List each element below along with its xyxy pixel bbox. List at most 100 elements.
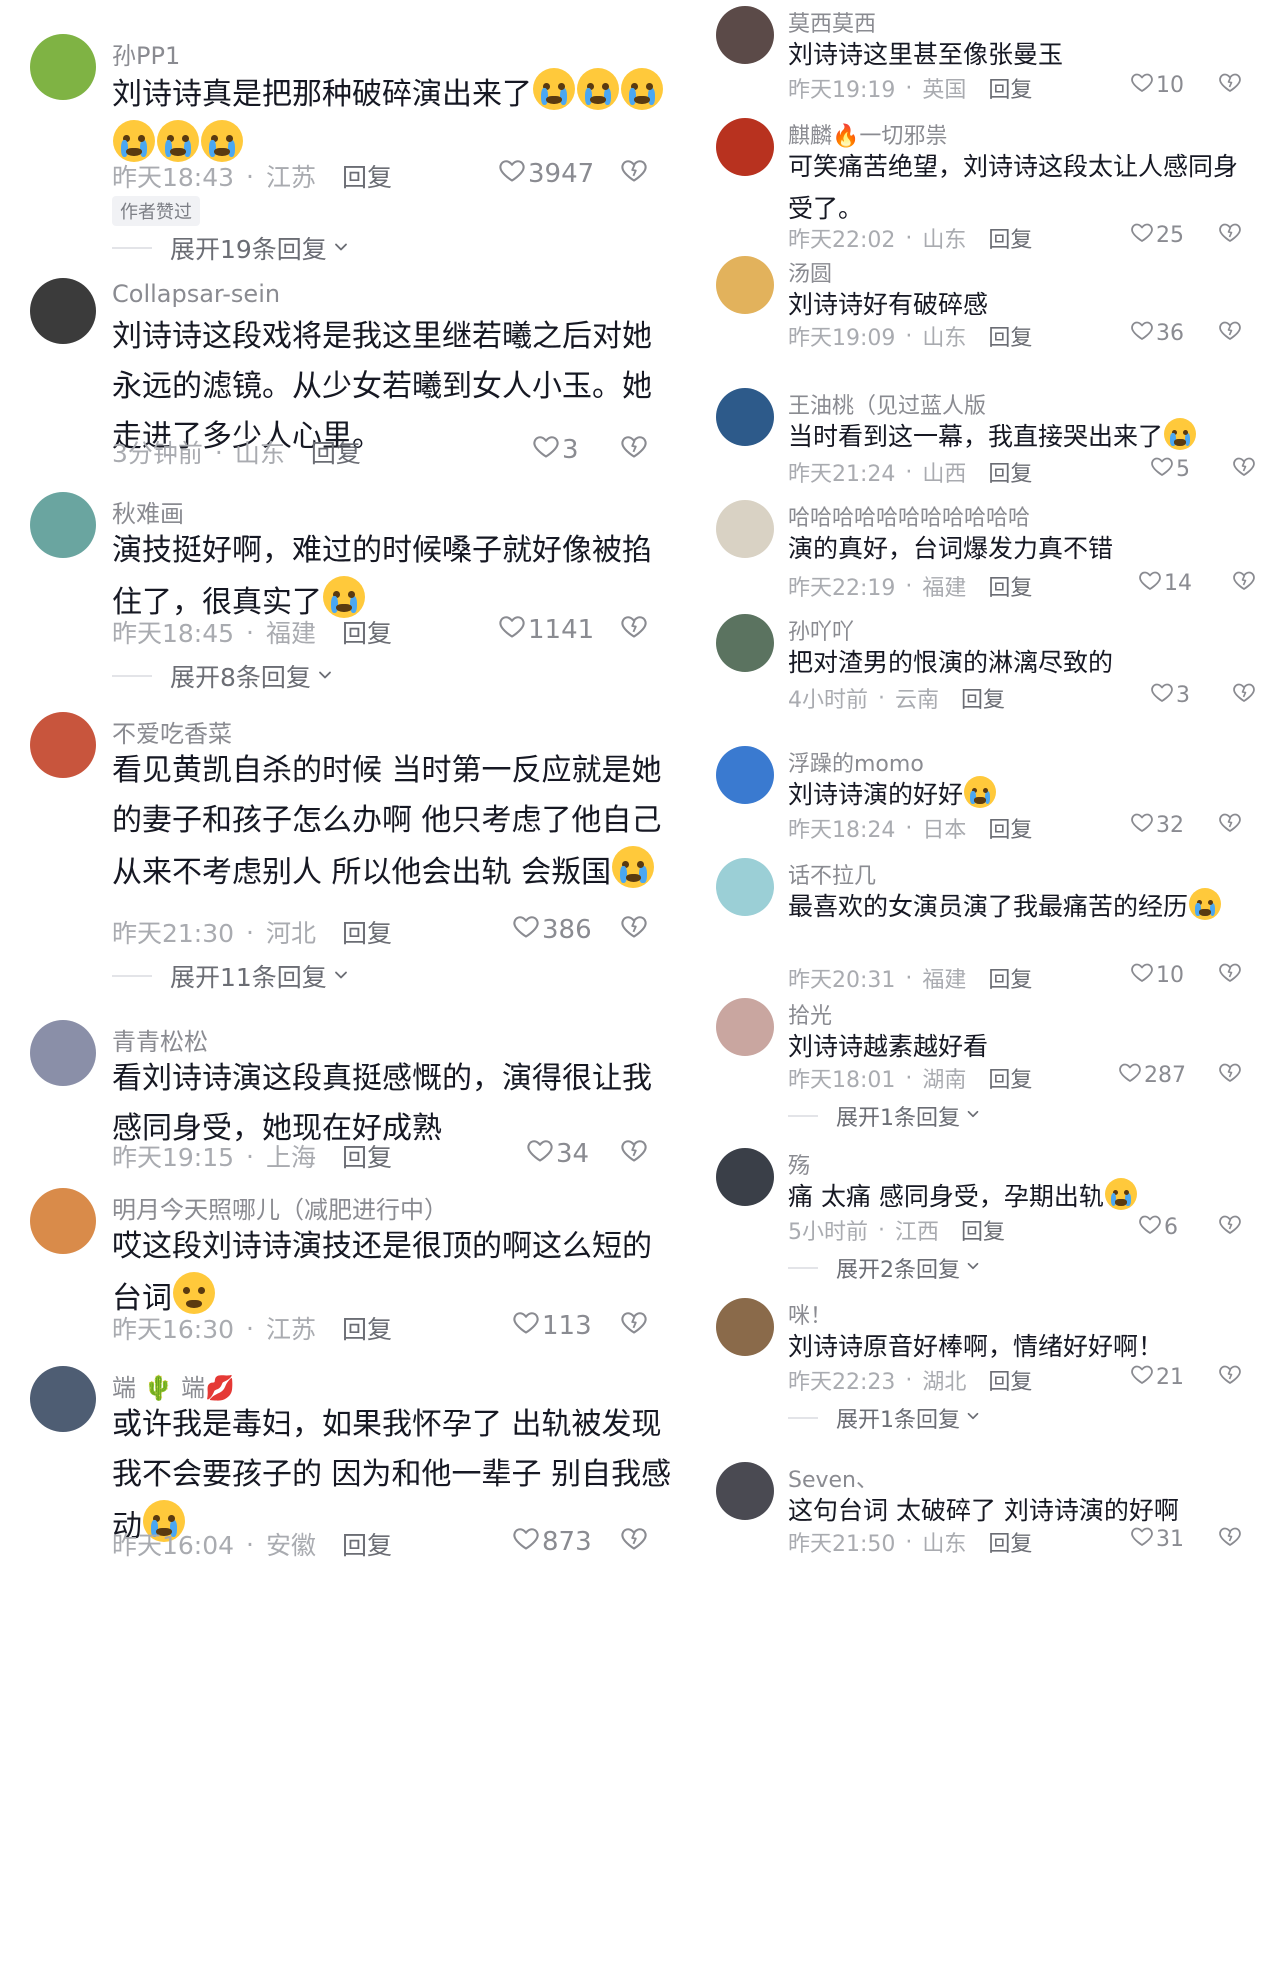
like-button[interactable]: 25 xyxy=(1130,220,1184,250)
user-avatar[interactable] xyxy=(716,6,774,64)
comment-username[interactable]: 秋难画 xyxy=(112,494,184,529)
comment-username[interactable]: 明月今天照哪儿（减肥进行中） xyxy=(112,1190,448,1225)
dislike-icon[interactable] xyxy=(620,1308,648,1340)
dislike-icon[interactable] xyxy=(1218,960,1242,988)
dislike-icon[interactable] xyxy=(620,432,648,464)
dislike-icon[interactable] xyxy=(1232,454,1256,482)
comment-time: 昨天19:19 xyxy=(788,78,896,103)
comment-username[interactable]: 孙PP1 xyxy=(112,36,180,71)
expand-replies-button[interactable]: 展开19条回复 xyxy=(112,230,351,266)
comment-meta: 5小时前 · 江西 回复 xyxy=(788,1214,1005,1246)
reply-button[interactable]: 回复 xyxy=(988,1364,1032,1396)
like-button[interactable]: 10 xyxy=(1130,70,1184,100)
reply-button[interactable]: 回复 xyxy=(988,72,1032,104)
user-avatar[interactable] xyxy=(716,1298,774,1356)
dislike-icon[interactable] xyxy=(1218,1212,1242,1240)
reply-button[interactable]: 回复 xyxy=(988,320,1032,352)
like-button[interactable]: 287 xyxy=(1118,1060,1186,1090)
user-avatar[interactable] xyxy=(716,118,774,176)
user-avatar[interactable] xyxy=(716,388,774,446)
expand-replies-button[interactable]: 展开2条回复 xyxy=(788,1252,982,1284)
reply-button[interactable]: 回复 xyxy=(988,1062,1032,1094)
reply-button[interactable]: 回复 xyxy=(342,914,392,950)
user-avatar[interactable] xyxy=(30,1020,96,1086)
expand-divider xyxy=(788,1267,818,1269)
reply-button[interactable]: 回复 xyxy=(961,1214,1005,1246)
reply-button[interactable]: 回复 xyxy=(342,1526,392,1562)
user-avatar[interactable] xyxy=(716,614,774,672)
reply-button[interactable]: 回复 xyxy=(311,434,361,470)
like-button[interactable]: 113 xyxy=(512,1308,592,1343)
expand-replies-button[interactable]: 展开11条回复 xyxy=(112,958,351,994)
like-button[interactable]: 6 xyxy=(1138,1212,1178,1242)
reply-button[interactable]: 回复 xyxy=(961,682,1005,714)
like-button[interactable]: 873 xyxy=(512,1524,592,1559)
comment-username[interactable]: 青青松松 xyxy=(112,1022,208,1057)
dislike-icon[interactable] xyxy=(1218,318,1242,346)
dislike-icon[interactable] xyxy=(1232,680,1256,708)
dislike-icon[interactable] xyxy=(1218,220,1242,248)
dislike-icon[interactable] xyxy=(620,156,648,188)
user-avatar[interactable] xyxy=(30,492,96,558)
comment-text-content: 把对渣男的恨演的淋漓尽致的 xyxy=(788,648,1114,677)
like-button[interactable]: 31 xyxy=(1130,1524,1184,1554)
user-avatar[interactable] xyxy=(716,998,774,1056)
user-avatar[interactable] xyxy=(30,34,96,100)
user-avatar[interactable] xyxy=(30,1366,96,1432)
user-avatar[interactable] xyxy=(716,500,774,558)
dislike-icon[interactable] xyxy=(1218,70,1242,98)
reply-button[interactable]: 回复 xyxy=(342,614,392,650)
user-avatar[interactable] xyxy=(716,1462,774,1520)
expand-replies-button[interactable]: 展开1条回复 xyxy=(788,1402,982,1434)
user-avatar[interactable] xyxy=(30,712,96,778)
comment-location: 湖南 xyxy=(922,1068,967,1093)
comment-location: 云南 xyxy=(895,688,940,713)
dislike-icon[interactable] xyxy=(620,1524,648,1556)
reply-button[interactable]: 回复 xyxy=(342,1310,392,1346)
like-count: 3 xyxy=(562,434,579,465)
comment-username[interactable]: 端 🌵 端💋 xyxy=(112,1368,235,1403)
like-button[interactable]: 10 xyxy=(1130,960,1184,990)
like-count: 10 xyxy=(1156,962,1184,988)
like-button[interactable]: 386 xyxy=(512,912,592,947)
reply-button[interactable]: 回复 xyxy=(342,1138,392,1174)
dislike-icon[interactable] xyxy=(1218,1060,1242,1088)
dislike-icon[interactable] xyxy=(620,612,648,644)
expand-replies-button[interactable]: 展开1条回复 xyxy=(788,1100,982,1132)
reply-button[interactable]: 回复 xyxy=(988,222,1032,254)
like-button[interactable]: 3 xyxy=(532,432,579,467)
like-button[interactable]: 3 xyxy=(1150,680,1190,710)
dislike-icon[interactable] xyxy=(1232,568,1256,596)
comment-time: 昨天18:43 xyxy=(112,163,235,192)
reply-button[interactable]: 回复 xyxy=(342,158,392,194)
cry-emoji-icon xyxy=(964,776,997,808)
reply-button[interactable]: 回复 xyxy=(988,962,1032,994)
dislike-icon[interactable] xyxy=(620,912,648,944)
like-button[interactable]: 32 xyxy=(1130,810,1184,840)
reply-button[interactable]: 回复 xyxy=(988,456,1032,488)
user-avatar[interactable] xyxy=(716,858,774,916)
dislike-icon[interactable] xyxy=(1218,1362,1242,1390)
comment-username[interactable]: 不爱吃香菜 xyxy=(112,714,232,749)
expand-replies-button[interactable]: 展开8条回复 xyxy=(112,658,335,694)
comment-username[interactable]: Collapsar-sein xyxy=(112,280,280,308)
dislike-icon[interactable] xyxy=(1218,810,1242,838)
like-button[interactable]: 3947 xyxy=(498,156,594,191)
user-avatar[interactable] xyxy=(716,746,774,804)
reply-button[interactable]: 回复 xyxy=(988,570,1032,602)
like-button[interactable]: 21 xyxy=(1130,1362,1184,1392)
like-button[interactable]: 14 xyxy=(1138,568,1192,598)
user-avatar[interactable] xyxy=(30,1188,96,1254)
reply-button[interactable]: 回复 xyxy=(988,812,1032,844)
like-button[interactable]: 36 xyxy=(1130,318,1184,348)
like-button[interactable]: 5 xyxy=(1150,454,1190,484)
user-avatar[interactable] xyxy=(716,1148,774,1206)
comment-meta: 昨天22:02 · 山东 回复 xyxy=(788,222,1032,254)
user-avatar[interactable] xyxy=(30,278,96,344)
like-button[interactable]: 34 xyxy=(526,1136,589,1171)
user-avatar[interactable] xyxy=(716,256,774,314)
reply-button[interactable]: 回复 xyxy=(988,1526,1032,1558)
like-button[interactable]: 1141 xyxy=(498,612,594,647)
dislike-icon[interactable] xyxy=(1218,1524,1242,1552)
dislike-icon[interactable] xyxy=(620,1136,648,1168)
